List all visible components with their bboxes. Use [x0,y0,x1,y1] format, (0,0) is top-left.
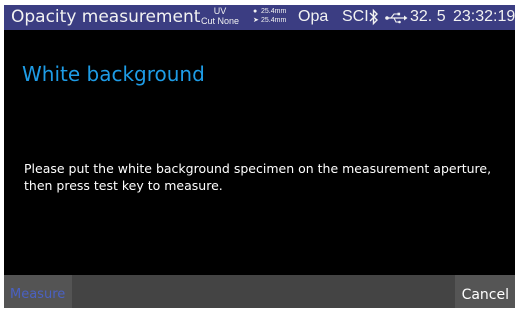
uv-label: UV [213,6,227,16]
viewing-aperture-value: 25.4mm [261,17,287,24]
page-heading: White background [22,62,205,86]
viewing-aperture-icon: ➤ [253,17,259,24]
status-bar: Opacity measurement UV Cut None ● 25.4mm … [4,5,515,30]
softkey-bar: Measure Cancel [4,275,515,308]
illumination-aperture-value: 25.4mm [261,8,287,15]
instruction-message: Please put the white background specimen… [24,161,492,193]
geometry-mode: SCI [342,8,369,25]
clock: 23:32:19 [453,8,515,25]
illumination-aperture-icon: ● [253,8,258,15]
screen-title: Opacity measurement [11,7,201,27]
measure-button[interactable]: Measure [4,275,72,308]
device-screen: Opacity measurement UV Cut None ● 25.4mm … [4,5,515,308]
measurement-mode: Opa [298,8,329,25]
uv-value: Cut None [200,16,240,26]
cancel-button[interactable]: Cancel [455,275,515,308]
uv-indicator: UV Cut None [198,6,242,26]
aperture-indicator: ● 25.4mm ➤ 25.4mm [253,7,286,25]
usb-icon [385,12,408,24]
bluetooth-icon [369,8,378,26]
temperature-readout: 32. 5 [410,8,446,25]
